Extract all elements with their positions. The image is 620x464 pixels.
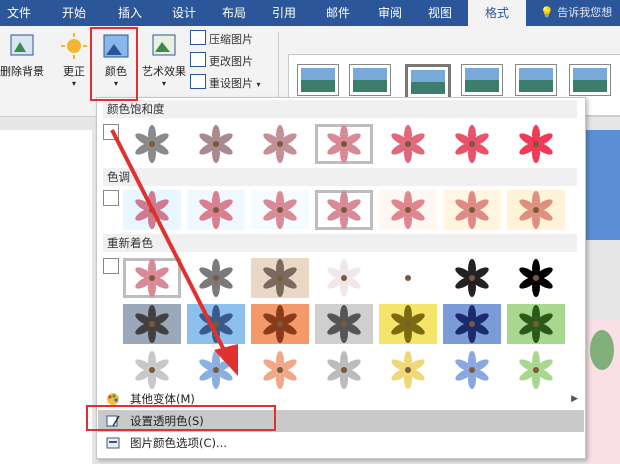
- annotation-arrow: [110, 129, 238, 376]
